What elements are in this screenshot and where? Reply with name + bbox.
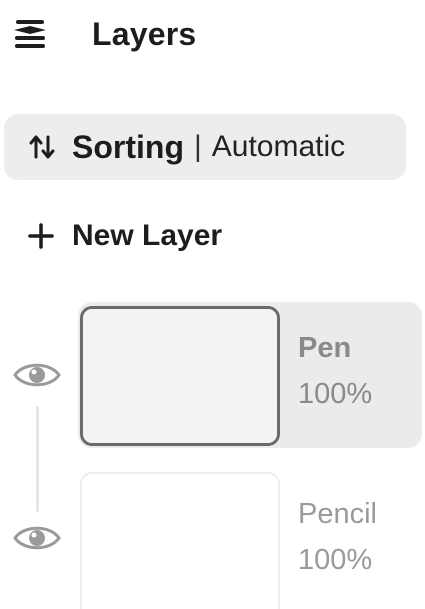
- sort-arrows-icon: [28, 133, 56, 161]
- sorting-button[interactable]: Sorting | Automatic: [4, 114, 406, 180]
- layer-connector-line: [36, 406, 39, 512]
- layers-panel: Layers Sorting | Automatic New Layer Pen…: [0, 0, 425, 609]
- sorting-value: Automatic: [211, 130, 346, 163]
- layer-item-pencil[interactable]: Pencil 100%: [78, 468, 422, 609]
- layer-item-pen[interactable]: Pen 100%: [78, 302, 422, 448]
- panel-header: Layers: [10, 12, 196, 56]
- eye-icon[interactable]: [10, 356, 64, 394]
- sorting-separator: |: [193, 130, 202, 163]
- layer-thumbnail[interactable]: [80, 472, 280, 609]
- sorting-label: Sorting: [72, 128, 184, 165]
- plus-icon: [24, 219, 58, 253]
- layer-opacity: 100%: [298, 378, 373, 410]
- new-layer-button[interactable]: New Layer: [24, 212, 222, 260]
- new-layer-label: New Layer: [72, 219, 223, 252]
- layer-name: Pen: [298, 332, 352, 364]
- page-title: Layers: [92, 15, 197, 52]
- layer-name: Pencil: [298, 498, 377, 530]
- layer-thumbnail[interactable]: [80, 306, 280, 446]
- layer-opacity: 100%: [298, 544, 373, 576]
- eye-icon[interactable]: [10, 519, 64, 557]
- layers-stack-icon[interactable]: [10, 14, 50, 54]
